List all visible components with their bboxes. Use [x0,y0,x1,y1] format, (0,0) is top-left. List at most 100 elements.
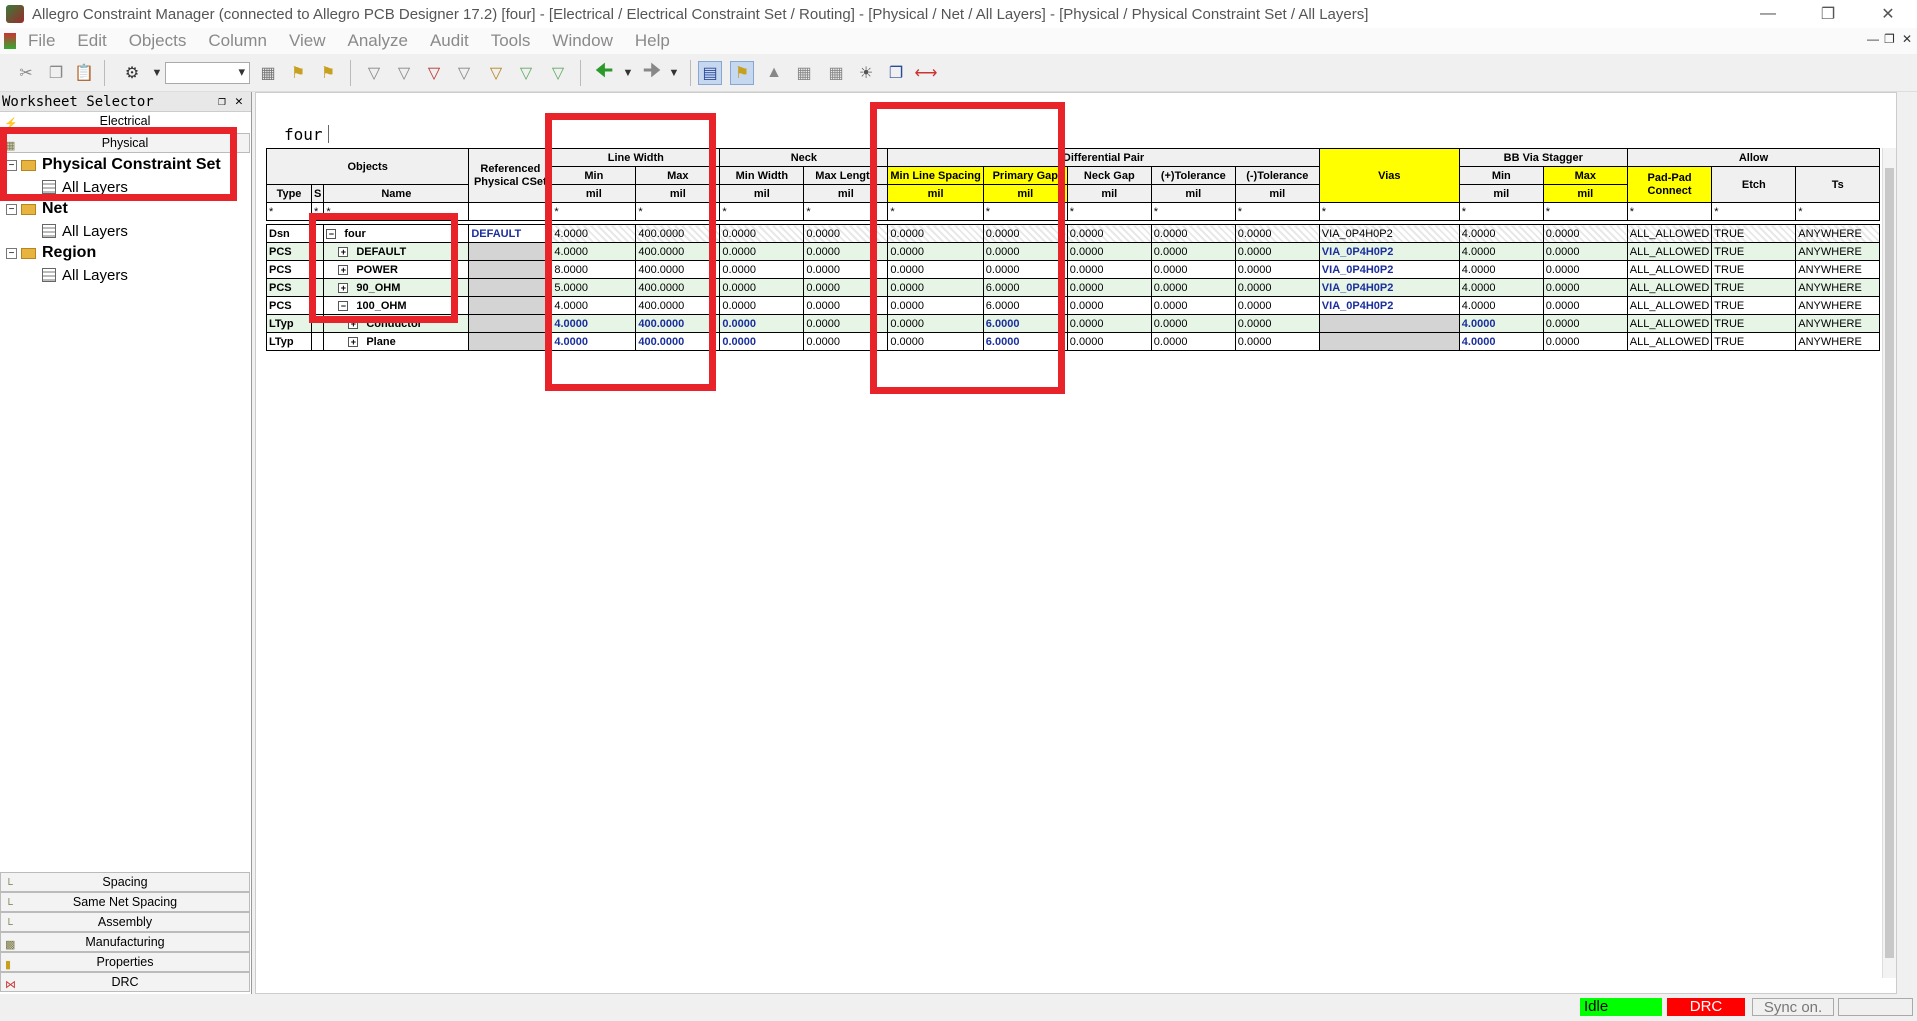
menu-analyze[interactable]: Analyze [347,31,407,51]
cell-etch[interactable]: TRUE [1711,278,1797,297]
category-properties[interactable]: ▮ Properties [0,952,250,972]
cell-bb-max[interactable]: 0.0000 [1542,314,1628,333]
cell-plus-tol[interactable]: 0.0000 [1150,296,1236,315]
forward-dropdown-icon[interactable]: ▼ [662,61,686,85]
filter-cell[interactable]: * [1150,202,1236,221]
cell-bb-min[interactable]: 4.0000 [1458,260,1544,279]
bug-icon[interactable]: ☀ [854,61,878,85]
cell-plus-tol[interactable]: 0.0000 [1150,260,1236,279]
filter-cell[interactable]: * [1318,202,1460,221]
cell-bb-max[interactable]: 0.0000 [1542,278,1628,297]
cell-neck-min[interactable]: 0.0000 [719,278,805,297]
cell-plus-tol[interactable]: 0.0000 [1150,314,1236,333]
cell-ts[interactable]: ANYWHERE [1795,314,1881,333]
cell-pad-pad[interactable]: ALL_ALLOWED [1626,278,1713,297]
header-pad-pad-connect[interactable]: Pad-Pad Connect [1626,166,1713,203]
tree-item-net[interactable]: − Net [6,198,68,220]
cell-vias[interactable]: VIA_0P4H0P2 [1318,296,1460,315]
cell-plus-tol[interactable]: 0.0000 [1150,242,1236,261]
table-row[interactable]: PCS + DEFAULT 4.0000 400.0000 0.0000 0.00… [266,242,1881,261]
cell-etch[interactable]: TRUE [1711,314,1797,333]
mdi-close-button[interactable]: ✕ [1902,32,1912,46]
filter-cell[interactable] [468,202,553,221]
cell-neck-gap[interactable]: 0.0000 [1066,332,1152,351]
header-plus-tolerance[interactable]: (+)Tolerance [1150,166,1236,185]
table-row[interactable]: PCS + POWER 8.0000 400.0000 0.0000 0.0000… [266,260,1881,279]
cell-etch[interactable]: TRUE [1711,260,1797,279]
cell-neck-min[interactable]: 0.0000 [719,314,805,333]
cell-neck-gap[interactable]: 0.0000 [1066,314,1152,333]
cell-bb-max[interactable]: 0.0000 [1542,224,1628,243]
menu-window[interactable]: Window [552,31,612,51]
worksheet-view-icon[interactable]: ▤ [698,61,722,85]
menu-view[interactable]: View [289,31,326,51]
menu-file[interactable]: File [28,31,55,51]
cell-plus-tol[interactable]: 0.0000 [1150,224,1236,243]
cell-plus-tol[interactable]: 0.0000 [1150,332,1236,351]
cell-neck-gap[interactable]: 0.0000 [1066,242,1152,261]
cell-pad-pad[interactable]: ALL_ALLOWED [1626,296,1713,315]
cell-bb-min[interactable]: 4.0000 [1458,314,1544,333]
cell-vias[interactable]: VIA_0P4H0P2 [1318,224,1460,243]
float-icon[interactable]: ❐ [218,92,226,112]
scrollbar-thumb[interactable] [1885,168,1894,958]
collapse-icon[interactable]: − [6,203,17,215]
cell-pad-pad[interactable]: ALL_ALLOWED [1626,260,1713,279]
cell-etch[interactable]: TRUE [1711,224,1797,243]
collapse-icon[interactable]: − [6,247,17,259]
header-bb-max[interactable]: Max [1542,166,1628,185]
cell-bb-min[interactable]: 4.0000 [1458,224,1544,243]
cell-neck-min[interactable]: 0.0000 [719,224,805,243]
menu-help[interactable]: Help [635,31,670,51]
minimize-button[interactable]: — [1745,0,1791,28]
copy-icon[interactable]: ❐ [44,61,68,85]
filter-cell[interactable]: * [1542,202,1628,221]
cell-vias[interactable]: VIA_0P4H0P2 [1318,242,1460,261]
cell-neck-gap[interactable]: 0.0000 [1066,224,1152,243]
cell-pad-pad[interactable]: ALL_ALLOWED [1626,242,1713,261]
table-row[interactable]: Dsn − four DEFAULT 4.0000 400.0000 0.0000… [266,224,1881,243]
category-spacing[interactable]: └ Spacing [0,872,250,892]
cell-bb-max[interactable]: 0.0000 [1542,260,1628,279]
cell-minus-tol[interactable]: 0.0000 [1234,242,1320,261]
header-type[interactable]: Type [266,184,312,203]
status-drc[interactable]: DRC [1667,998,1745,1016]
cell-minus-tol[interactable]: 0.0000 [1234,224,1320,243]
bookmark-down-icon[interactable]: ⚑ [286,61,310,85]
tree-item-region[interactable]: − Region [6,242,96,264]
header-minus-tolerance[interactable]: (-)Tolerance [1234,166,1320,185]
cell-neck-gap[interactable]: 0.0000 [1066,296,1152,315]
menu-column[interactable]: Column [208,31,267,51]
cell-bb-max[interactable]: 0.0000 [1542,296,1628,315]
close-pane-icon[interactable]: ✕ [235,92,243,112]
menu-objects[interactable]: Objects [129,31,187,51]
category-same-net-spacing[interactable]: └ Same Net Spacing [0,892,250,912]
header-neck-gap[interactable]: Neck Gap [1066,166,1152,185]
filter-cell[interactable]: * [266,202,312,221]
filter-cell[interactable]: * [1234,202,1320,221]
filter-cell[interactable]: * [1795,202,1881,221]
cell-neck-gap[interactable]: 0.0000 [1066,278,1152,297]
table-row[interactable]: PCS +90_OHM 5.0000 400.0000 0.0000 0.000… [266,278,1881,297]
table-icon[interactable]: ▦ [792,61,816,85]
cell-ts[interactable]: ANYWHERE [1795,296,1881,315]
header-name[interactable]: Name [323,184,470,203]
cell-ts[interactable]: ANYWHERE [1795,242,1881,261]
cell-etch[interactable]: TRUE [1711,242,1797,261]
cell-vias[interactable]: VIA_0P4H0P2 [1318,278,1460,297]
cell-bb-max[interactable]: 0.0000 [1542,332,1628,351]
cell-etch[interactable]: TRUE [1711,296,1797,315]
cell-bb-min[interactable]: 4.0000 [1458,296,1544,315]
header-ts[interactable]: Ts [1795,166,1881,203]
cell-ts[interactable]: ANYWHERE [1795,332,1881,351]
category-manufacturing[interactable]: ▩ Manufacturing [0,932,250,952]
forward-arrow-icon[interactable]: 🠊 [640,60,664,85]
view-combo[interactable] [165,62,250,84]
filter-cell[interactable]: * [1458,202,1544,221]
cell-minus-tol[interactable]: 0.0000 [1234,260,1320,279]
mdi-minimize-button[interactable]: — [1867,32,1879,46]
cell-name[interactable]: + Plane [323,332,470,351]
cell-bb-min[interactable]: 4.0000 [1458,278,1544,297]
filter-table-icon[interactable]: ▽ [546,61,570,85]
header-neck-min-width[interactable]: Min Width [719,166,805,185]
